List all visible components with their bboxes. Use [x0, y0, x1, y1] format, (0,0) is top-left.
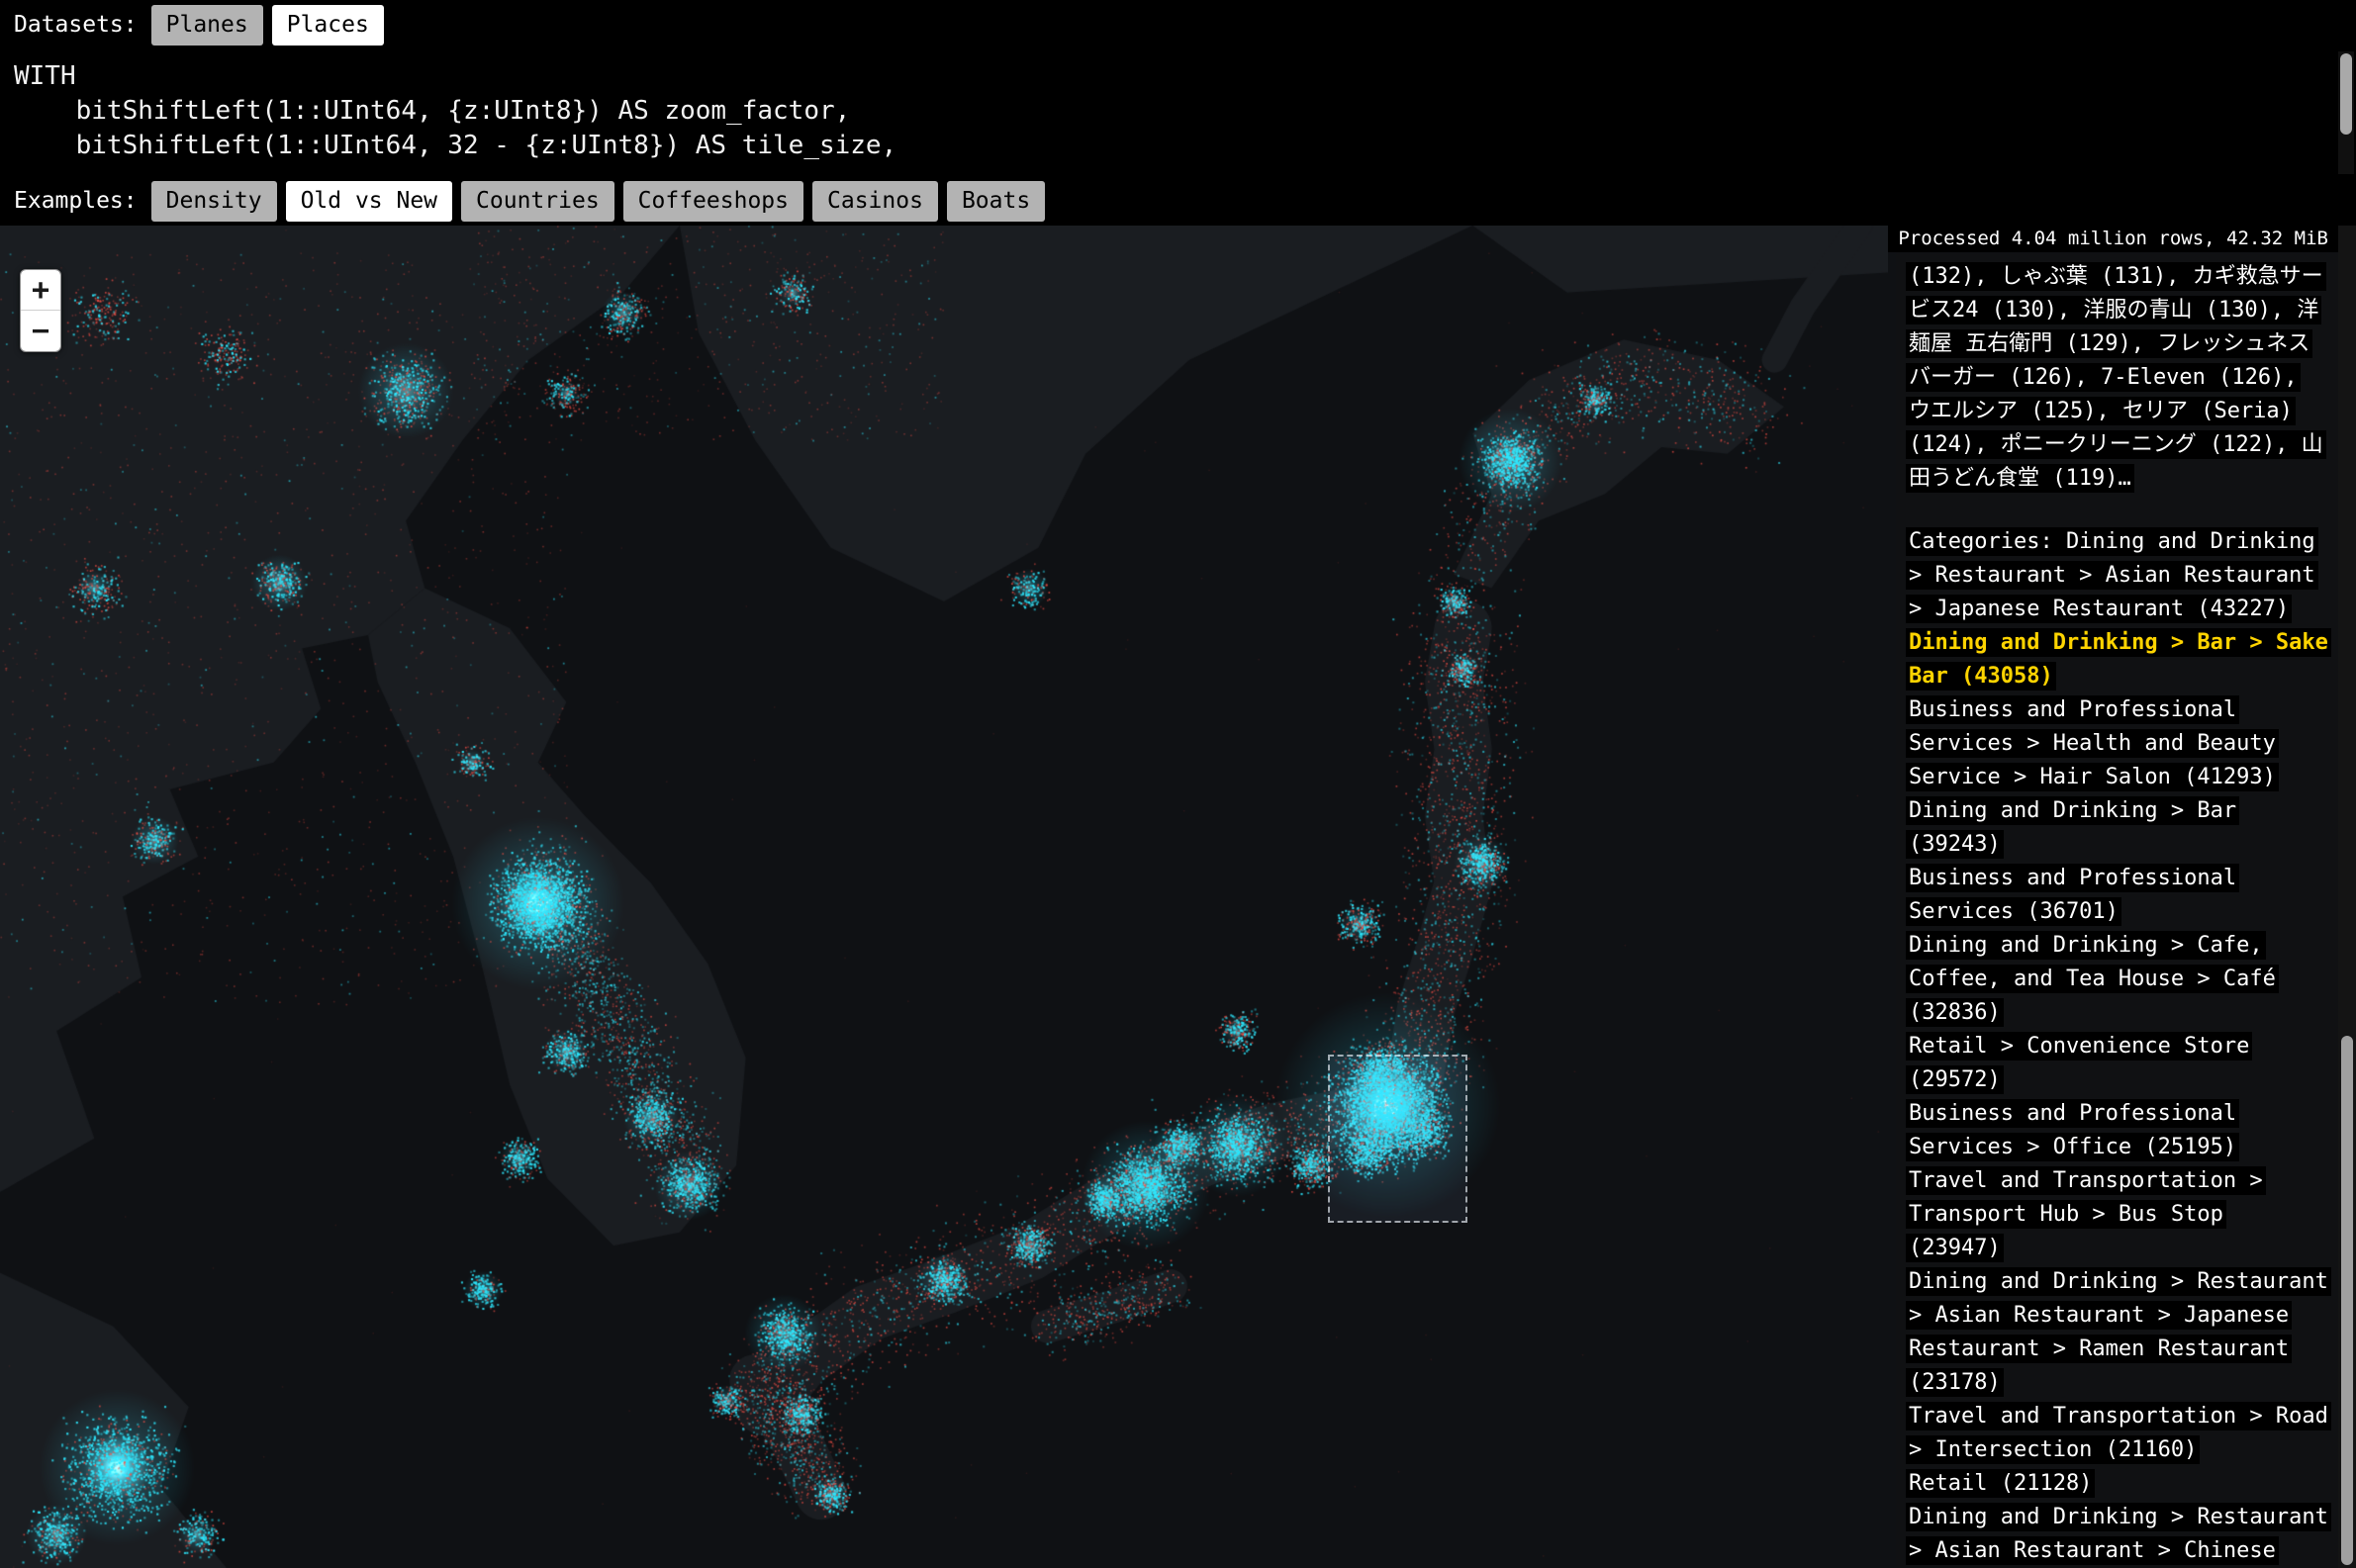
category-item[interactable]: Dining and Drinking > Bar (39243): [1906, 794, 2328, 862]
dataset-button-label: Places: [287, 12, 369, 38]
example-button[interactable]: Casinos: [812, 181, 938, 222]
sql-scrollbar-track[interactable]: [2338, 51, 2354, 174]
category-text: Retail > Convenience Store (29572): [1906, 1032, 2252, 1094]
category-item[interactable]: Business and Professional Services (3670…: [1906, 862, 2328, 929]
example-button-label: Old vs New: [301, 188, 437, 214]
results-panel: (132), しゃぶ葉 (131), カギ救急サービス24 (130), 洋服の…: [1896, 252, 2338, 1568]
categories-list: Categories: Dining and Drinking > Restau…: [1906, 525, 2328, 1568]
example-button[interactable]: Coffeeshops: [623, 181, 803, 222]
sql-scrollbar-thumb[interactable]: [2340, 53, 2352, 135]
category-text: Business and Professional Services (3670…: [1906, 864, 2239, 926]
category-text: Categories: Dining and Drinking > Restau…: [1906, 527, 2318, 623]
dataset-button-label: Planes: [166, 12, 248, 38]
category-text: Business and Professional Services > Off…: [1906, 1099, 2239, 1161]
example-button-label: Coffeeshops: [638, 188, 789, 214]
examples-buttons: Density Old vs New Countries Coffeeshops…: [151, 181, 1046, 222]
category-text: Dining and Drinking > Bar (39243): [1906, 796, 2239, 859]
scrollbar-track[interactable]: [2338, 226, 2356, 1568]
category-item[interactable]: Dining and Drinking > Bar > Sake Bar (43…: [1906, 626, 2328, 693]
category-item[interactable]: Business and Professional Services > Hea…: [1906, 693, 2328, 794]
category-item[interactable]: Business and Professional Services > Off…: [1906, 1097, 2328, 1164]
sql-editor[interactable]: WITH bitShiftLeft(1::UInt64, {z:UInt8}) …: [0, 49, 2356, 176]
sql-code[interactable]: WITH bitShiftLeft(1::UInt64, {z:UInt8}) …: [14, 59, 2316, 163]
category-item[interactable]: Dining and Drinking > Cafe, Coffee, and …: [1906, 929, 2328, 1030]
example-button-label: Countries: [476, 188, 600, 214]
example-button[interactable]: Boats: [947, 181, 1045, 222]
app-window: Datasets: Planes Places WITH bitShiftLef…: [0, 0, 2356, 1568]
example-button[interactable]: Old vs New: [286, 181, 452, 222]
category-item[interactable]: Dining and Drinking > Restaurant > Asian…: [1906, 1501, 2328, 1568]
category-text: Retail (21128): [1906, 1469, 2095, 1498]
category-text: Business and Professional Services > Hea…: [1906, 695, 2279, 791]
example-button-label: Density: [166, 188, 262, 214]
examples-bar: Examples: Density Old vs New Countries C…: [0, 176, 2356, 226]
top-names-text: (132), しゃぶ葉 (131), カギ救急サービス24 (130), 洋服の…: [1906, 260, 2328, 496]
datasets-bar: Datasets: Planes Places: [0, 0, 2356, 49]
zoom-out-button[interactable]: −: [21, 311, 60, 351]
category-text: Dining and Drinking > Bar > Sake Bar (43…: [1906, 628, 2331, 691]
example-button[interactable]: Countries: [461, 181, 614, 222]
scrollbar-thumb[interactable]: [2341, 1036, 2353, 1565]
examples-label: Examples:: [14, 188, 138, 214]
category-text: Dining and Drinking > Restaurant > Asian…: [1906, 1503, 2331, 1568]
selection-rectangle: [1328, 1055, 1467, 1223]
map-canvas[interactable]: [0, 226, 1888, 1568]
dataset-button[interactable]: Planes: [151, 5, 263, 46]
category-item[interactable]: Dining and Drinking > Restaurant > Asian…: [1906, 1265, 2328, 1400]
datasets-label: Datasets:: [14, 12, 138, 38]
category-text: Travel and Transportation > Transport Hu…: [1906, 1166, 2266, 1262]
category-item[interactable]: Retail > Convenience Store (29572): [1906, 1030, 2328, 1097]
category-item[interactable]: Travel and Transportation > Transport Hu…: [1906, 1164, 2328, 1265]
status-text: Processed 4.04 million rows, 42.32 MiB: [1888, 226, 2338, 252]
map-region[interactable]: + − Processed 4.04 million rows, 42.32 M…: [0, 226, 2356, 1568]
example-button-label: Boats: [962, 188, 1030, 214]
category-item[interactable]: Categories: Dining and Drinking > Restau…: [1906, 525, 2328, 626]
category-item[interactable]: Travel and Transportation > Road > Inter…: [1906, 1400, 2328, 1467]
category-text: Dining and Drinking > Restaurant > Asian…: [1906, 1267, 2331, 1397]
datasets-buttons: Planes Places: [151, 5, 384, 46]
example-button[interactable]: Density: [151, 181, 277, 222]
category-text: Travel and Transportation > Road > Inter…: [1906, 1402, 2331, 1464]
category-text: Dining and Drinking > Cafe, Coffee, and …: [1906, 931, 2279, 1027]
top-names-span: (132), しゃぶ葉 (131), カギ救急サービス24 (130), 洋服の…: [1906, 262, 2326, 493]
zoom-control: + −: [20, 269, 61, 352]
dataset-button[interactable]: Places: [272, 5, 384, 46]
example-button-label: Casinos: [827, 188, 923, 214]
zoom-in-button[interactable]: +: [21, 270, 60, 311]
category-item[interactable]: Retail (21128): [1906, 1467, 2328, 1501]
